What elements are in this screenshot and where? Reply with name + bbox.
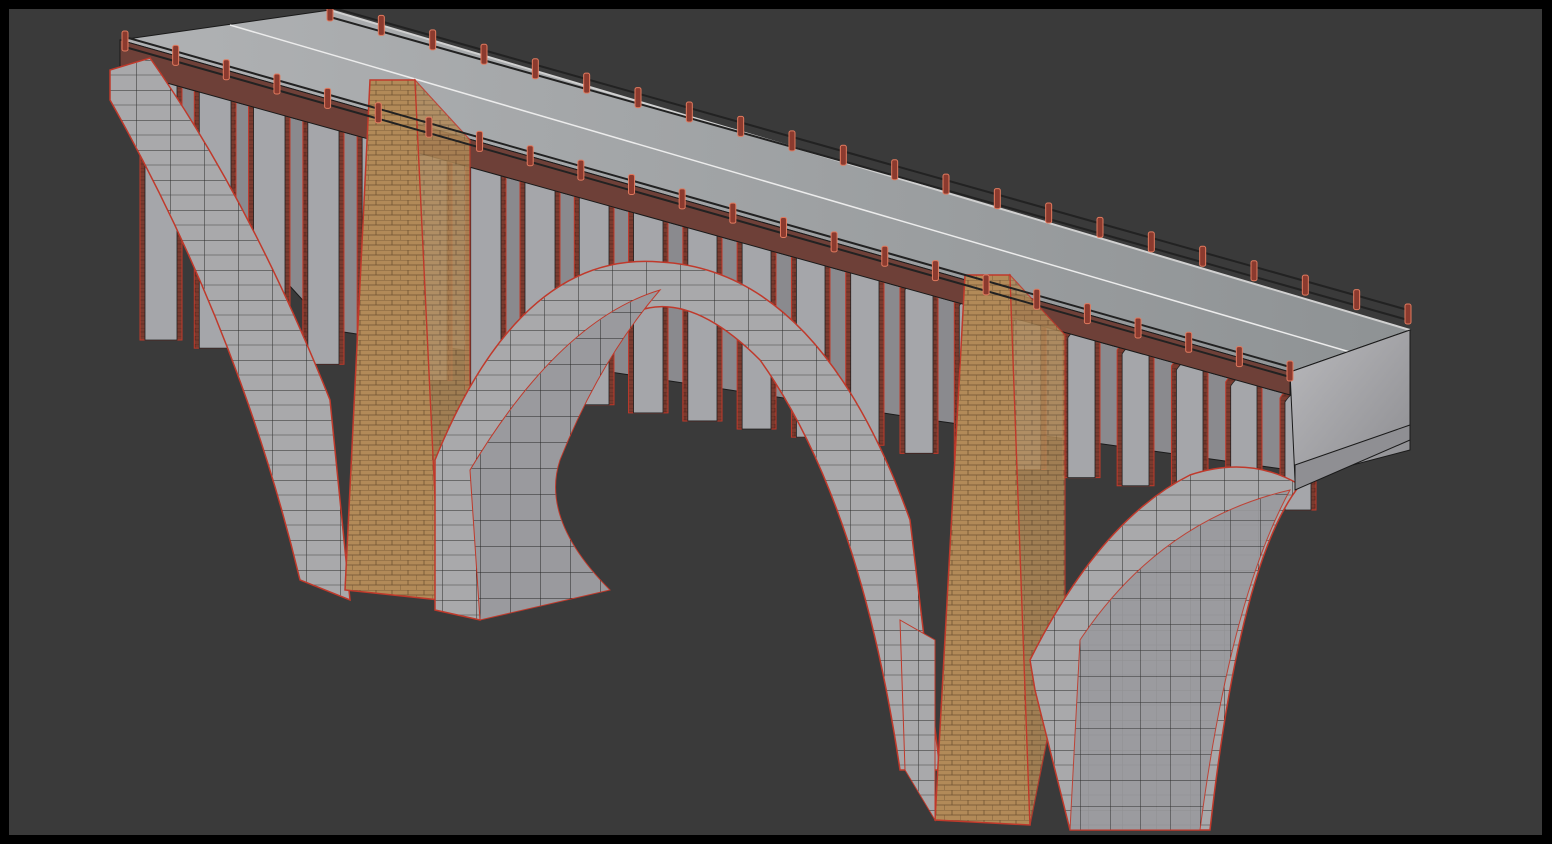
right-arch-underside bbox=[1069, 489, 1291, 831]
railing-post-near bbox=[1286, 360, 1294, 382]
railing-post-far bbox=[1353, 289, 1361, 311]
railing-post-far bbox=[531, 58, 539, 80]
railing-post-near bbox=[1033, 288, 1041, 310]
arcade-arch bbox=[1062, 318, 1101, 479]
viewport-frame bbox=[0, 0, 1552, 844]
railing-post-near bbox=[577, 159, 585, 181]
railing-post-near bbox=[222, 59, 230, 81]
railing-post-near bbox=[324, 87, 332, 109]
arcade-arch bbox=[302, 92, 345, 365]
railing-post-near bbox=[425, 116, 433, 138]
railing-post-far bbox=[583, 72, 591, 94]
railing-post-near bbox=[1083, 303, 1091, 325]
railing-post-near bbox=[729, 202, 737, 224]
railing-post-far bbox=[480, 43, 488, 65]
railing-post-near bbox=[1185, 331, 1193, 353]
3d-viewport[interactable] bbox=[9, 9, 1542, 835]
railing-post-near bbox=[172, 44, 180, 66]
railing-post-near bbox=[881, 245, 889, 267]
railing-post-far bbox=[737, 115, 745, 137]
railing-post-near bbox=[476, 130, 484, 152]
railing-post-near bbox=[1134, 317, 1142, 339]
railing-post-far bbox=[429, 29, 437, 51]
railing-post-far bbox=[942, 173, 950, 195]
railing-post-near bbox=[931, 260, 939, 282]
railing-post-near bbox=[1235, 346, 1243, 368]
railing-post-near bbox=[121, 30, 129, 52]
railing-post-far bbox=[1045, 202, 1053, 224]
railing-post-far bbox=[634, 87, 642, 109]
railing-post-far bbox=[1404, 303, 1412, 325]
railing-post-near bbox=[273, 73, 281, 95]
railing-post-far bbox=[1147, 231, 1155, 253]
railing-post-far bbox=[1096, 216, 1104, 238]
railing-post-near bbox=[830, 231, 838, 253]
railing-post-far bbox=[1301, 274, 1309, 296]
railing-post-far bbox=[326, 9, 334, 22]
railing-post-near bbox=[374, 102, 382, 124]
railing-post-near bbox=[526, 145, 534, 167]
railing-post-far bbox=[891, 159, 899, 181]
railing-post-far bbox=[1199, 245, 1207, 267]
railing-post-near bbox=[779, 217, 787, 239]
railing-post-far bbox=[1250, 260, 1258, 282]
railing-post-far bbox=[993, 188, 1001, 210]
railing-post-far bbox=[685, 101, 693, 123]
arcade-arch bbox=[899, 269, 939, 454]
railing-post-far bbox=[377, 14, 385, 36]
bridge-model[interactable] bbox=[9, 9, 1542, 835]
railing-post-far bbox=[839, 144, 847, 166]
arcade-arch bbox=[1116, 334, 1155, 487]
railing-post-near bbox=[628, 173, 636, 195]
railing-post-near bbox=[982, 274, 990, 296]
right-pier-base bbox=[899, 619, 936, 822]
railing-post-far bbox=[788, 130, 796, 152]
railing-post-near bbox=[678, 188, 686, 210]
